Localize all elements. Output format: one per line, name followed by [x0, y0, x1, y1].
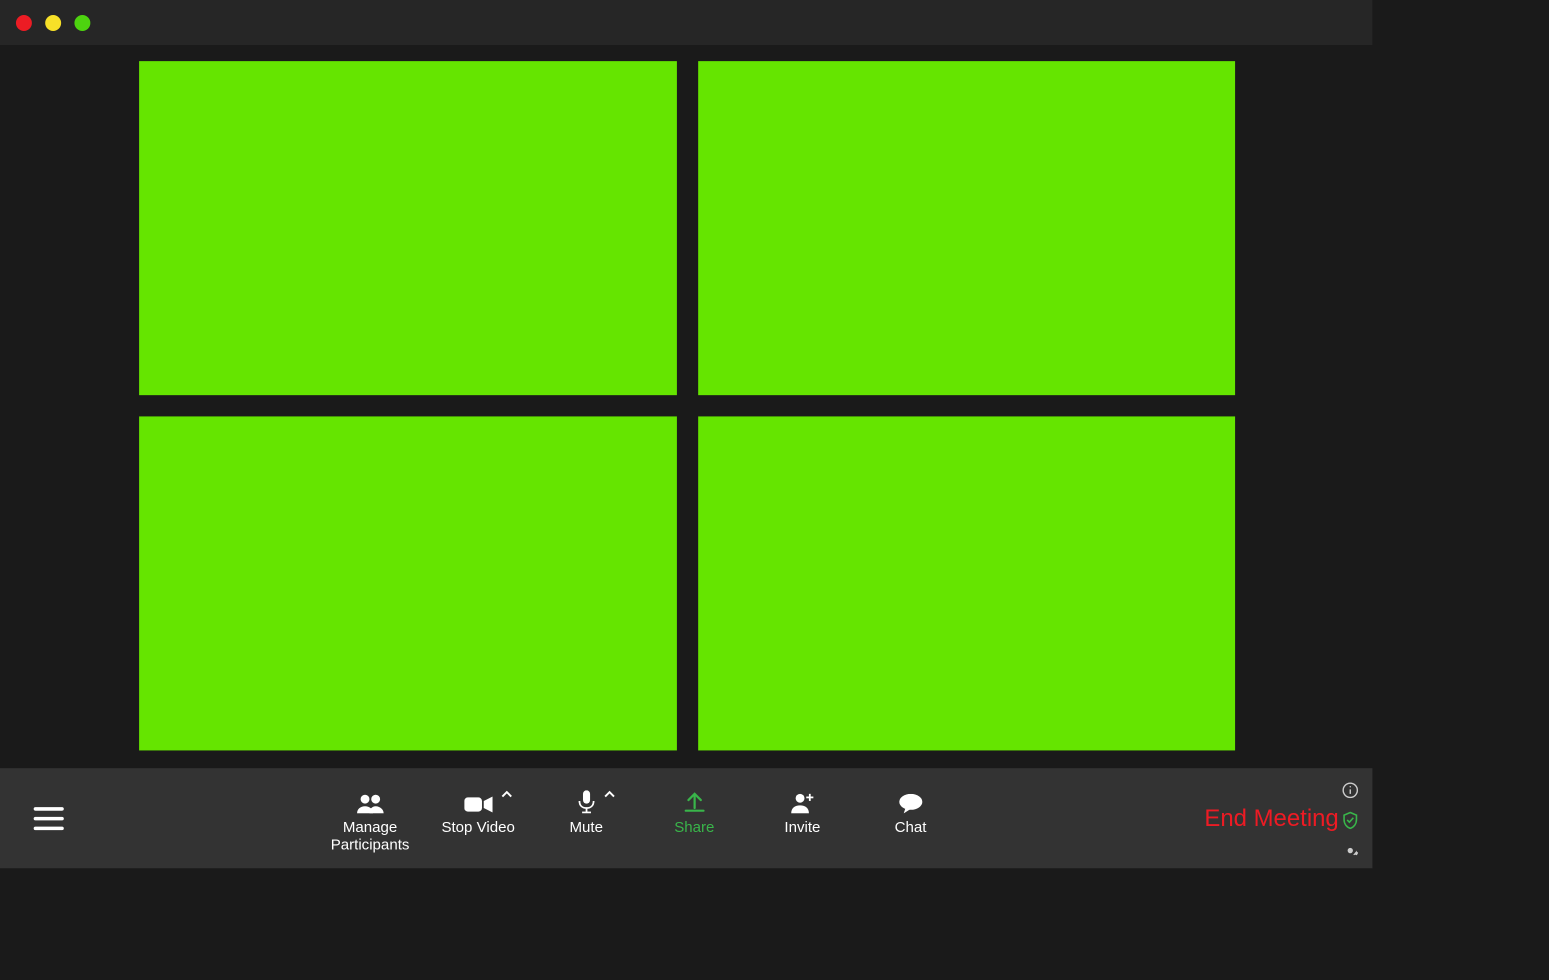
shield-check-icon[interactable] — [1341, 812, 1359, 830]
hamburger-icon — [34, 807, 64, 830]
share-button[interactable]: Share — [647, 787, 743, 836]
manage-participants-label-1: Manage — [331, 819, 410, 836]
video-area — [0, 45, 1372, 766]
stop-video-label: Stop Video — [441, 819, 514, 836]
window-zoom-button[interactable] — [74, 15, 90, 31]
chat-button[interactable]: Chat — [863, 787, 959, 836]
video-camera-icon — [464, 796, 492, 814]
stop-video-button[interactable]: Stop Video — [430, 787, 526, 836]
chevron-up-icon[interactable] — [501, 790, 512, 799]
manage-participants-label-2: Participants — [331, 836, 410, 853]
video-tile[interactable] — [698, 61, 1235, 395]
mute-button[interactable]: Mute — [538, 787, 634, 836]
side-icons — [1341, 781, 1359, 859]
invite-button[interactable]: Invite — [755, 787, 851, 836]
chat-bubble-icon — [898, 794, 923, 813]
end-meeting-button[interactable]: End Meeting — [1183, 804, 1360, 831]
window-close-button[interactable] — [16, 15, 32, 31]
invite-label: Invite — [784, 819, 820, 836]
video-tile[interactable] — [139, 416, 676, 750]
video-tile[interactable] — [698, 416, 1235, 750]
titlebar — [0, 0, 1372, 45]
video-grid — [139, 61, 1235, 750]
gear-icon[interactable] — [1341, 842, 1359, 860]
chevron-up-icon[interactable] — [604, 790, 615, 799]
manage-participants-button[interactable]: Manage Participants — [322, 787, 418, 854]
microphone-icon — [577, 790, 595, 813]
window-minimize-button[interactable] — [45, 15, 61, 31]
chat-label: Chat — [895, 819, 927, 836]
participants-icon — [355, 794, 385, 813]
share-label: Share — [674, 819, 714, 836]
invite-person-plus-icon — [789, 792, 816, 813]
toolbar: Manage Participants — [0, 768, 1372, 868]
toolbar-controls: Manage Participants — [97, 783, 1183, 853]
menu-button[interactable] — [0, 807, 97, 830]
mute-label: Mute — [570, 819, 603, 836]
info-icon[interactable] — [1341, 781, 1359, 799]
video-tile[interactable] — [139, 61, 676, 395]
share-up-arrow-icon — [683, 792, 706, 813]
